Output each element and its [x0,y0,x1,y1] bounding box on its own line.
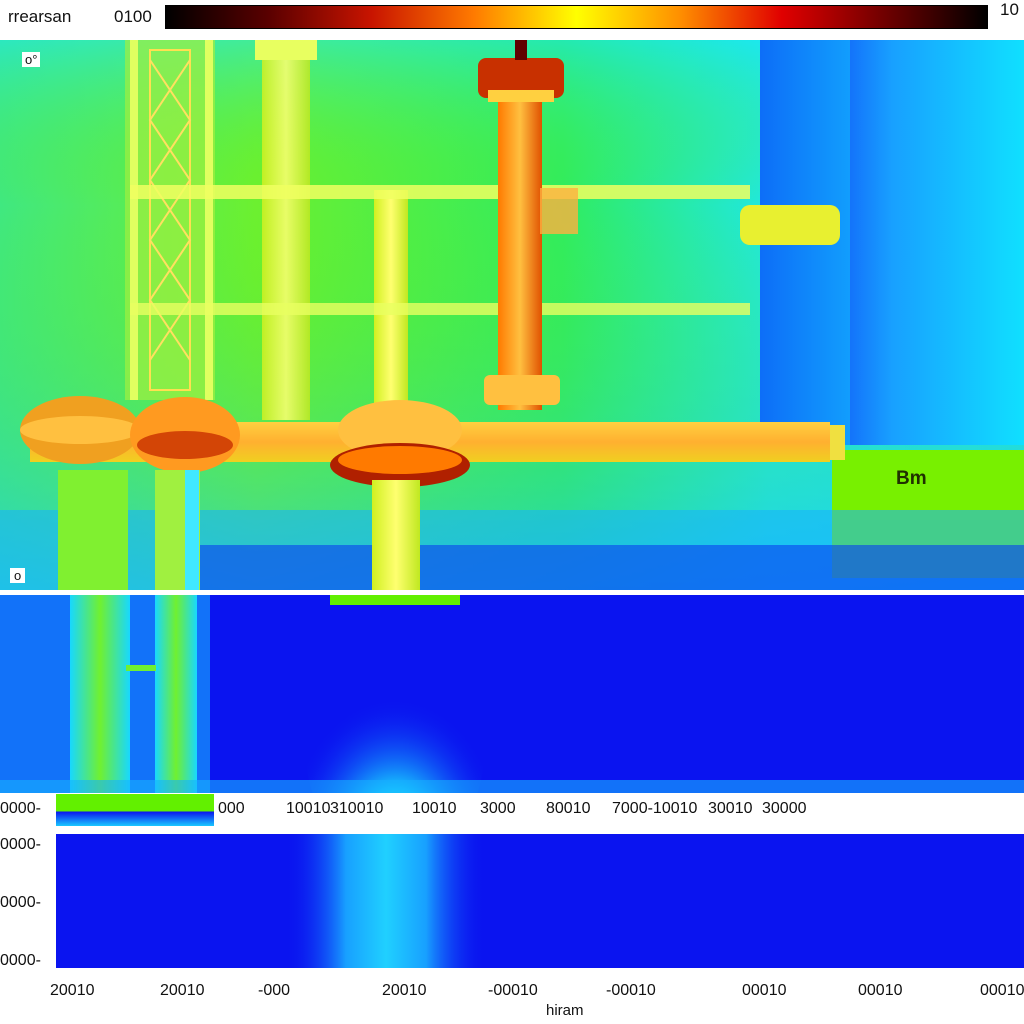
region-label: Bm [896,468,927,489]
thermal-image-main[interactable] [0,40,1024,590]
thermal-image-bottom[interactable] [56,834,1024,968]
bottom-x-tick: 20010 [160,982,205,999]
mid-axis-strip [56,794,214,826]
bottom-x-tick: -00010 [606,982,656,999]
mid-axis-tick: 7000-10010 [612,800,698,817]
thermal-bottom-graphic [56,834,1024,968]
colorbar-max-label: 10 [1000,0,1019,19]
bottom-x-tick: 00010 [742,982,787,999]
mid-axis-left-label: 0000- [0,800,41,817]
side-label-1: o [10,568,26,583]
colorbar-title: rrearsan [8,7,72,26]
mid-axis-tick: 10010 [412,800,457,817]
bottom-y-tick: 0000- [0,952,41,969]
bottom-x-tick: 20010 [50,982,95,999]
colorbar [165,5,988,29]
mid-axis-tick: 000 [218,800,245,817]
corner-label: o° [22,52,41,67]
thermal-image-lower[interactable] [0,595,1024,793]
bottom-x-tick: 00010 [980,982,1024,999]
bottom-y-tick: 0000- [0,836,41,853]
bottom-x-tick: -000 [258,982,291,999]
bottom-x-tick: 00010 [858,982,903,999]
mid-axis-tick: 310010 [330,800,384,817]
mid-axis-tick: 30010 [708,800,753,817]
bottom-x-tick: -00010 [488,982,538,999]
bottom-y-tick: 0000- [0,894,41,911]
colorbar-min-label: 0100 [114,7,152,26]
mid-axis-tick: 3000 [480,800,516,817]
bottom-x-axis-label: hiram [546,1002,584,1019]
mid-axis-tick: 30000 [762,800,807,817]
bottom-x-tick: 20010 [382,982,427,999]
thermal-lower-graphic [0,595,1024,793]
thermal-image-graphic [0,40,1024,590]
mid-axis-tick: 80010 [546,800,591,817]
mid-axis-tick: 10010 [286,800,331,817]
